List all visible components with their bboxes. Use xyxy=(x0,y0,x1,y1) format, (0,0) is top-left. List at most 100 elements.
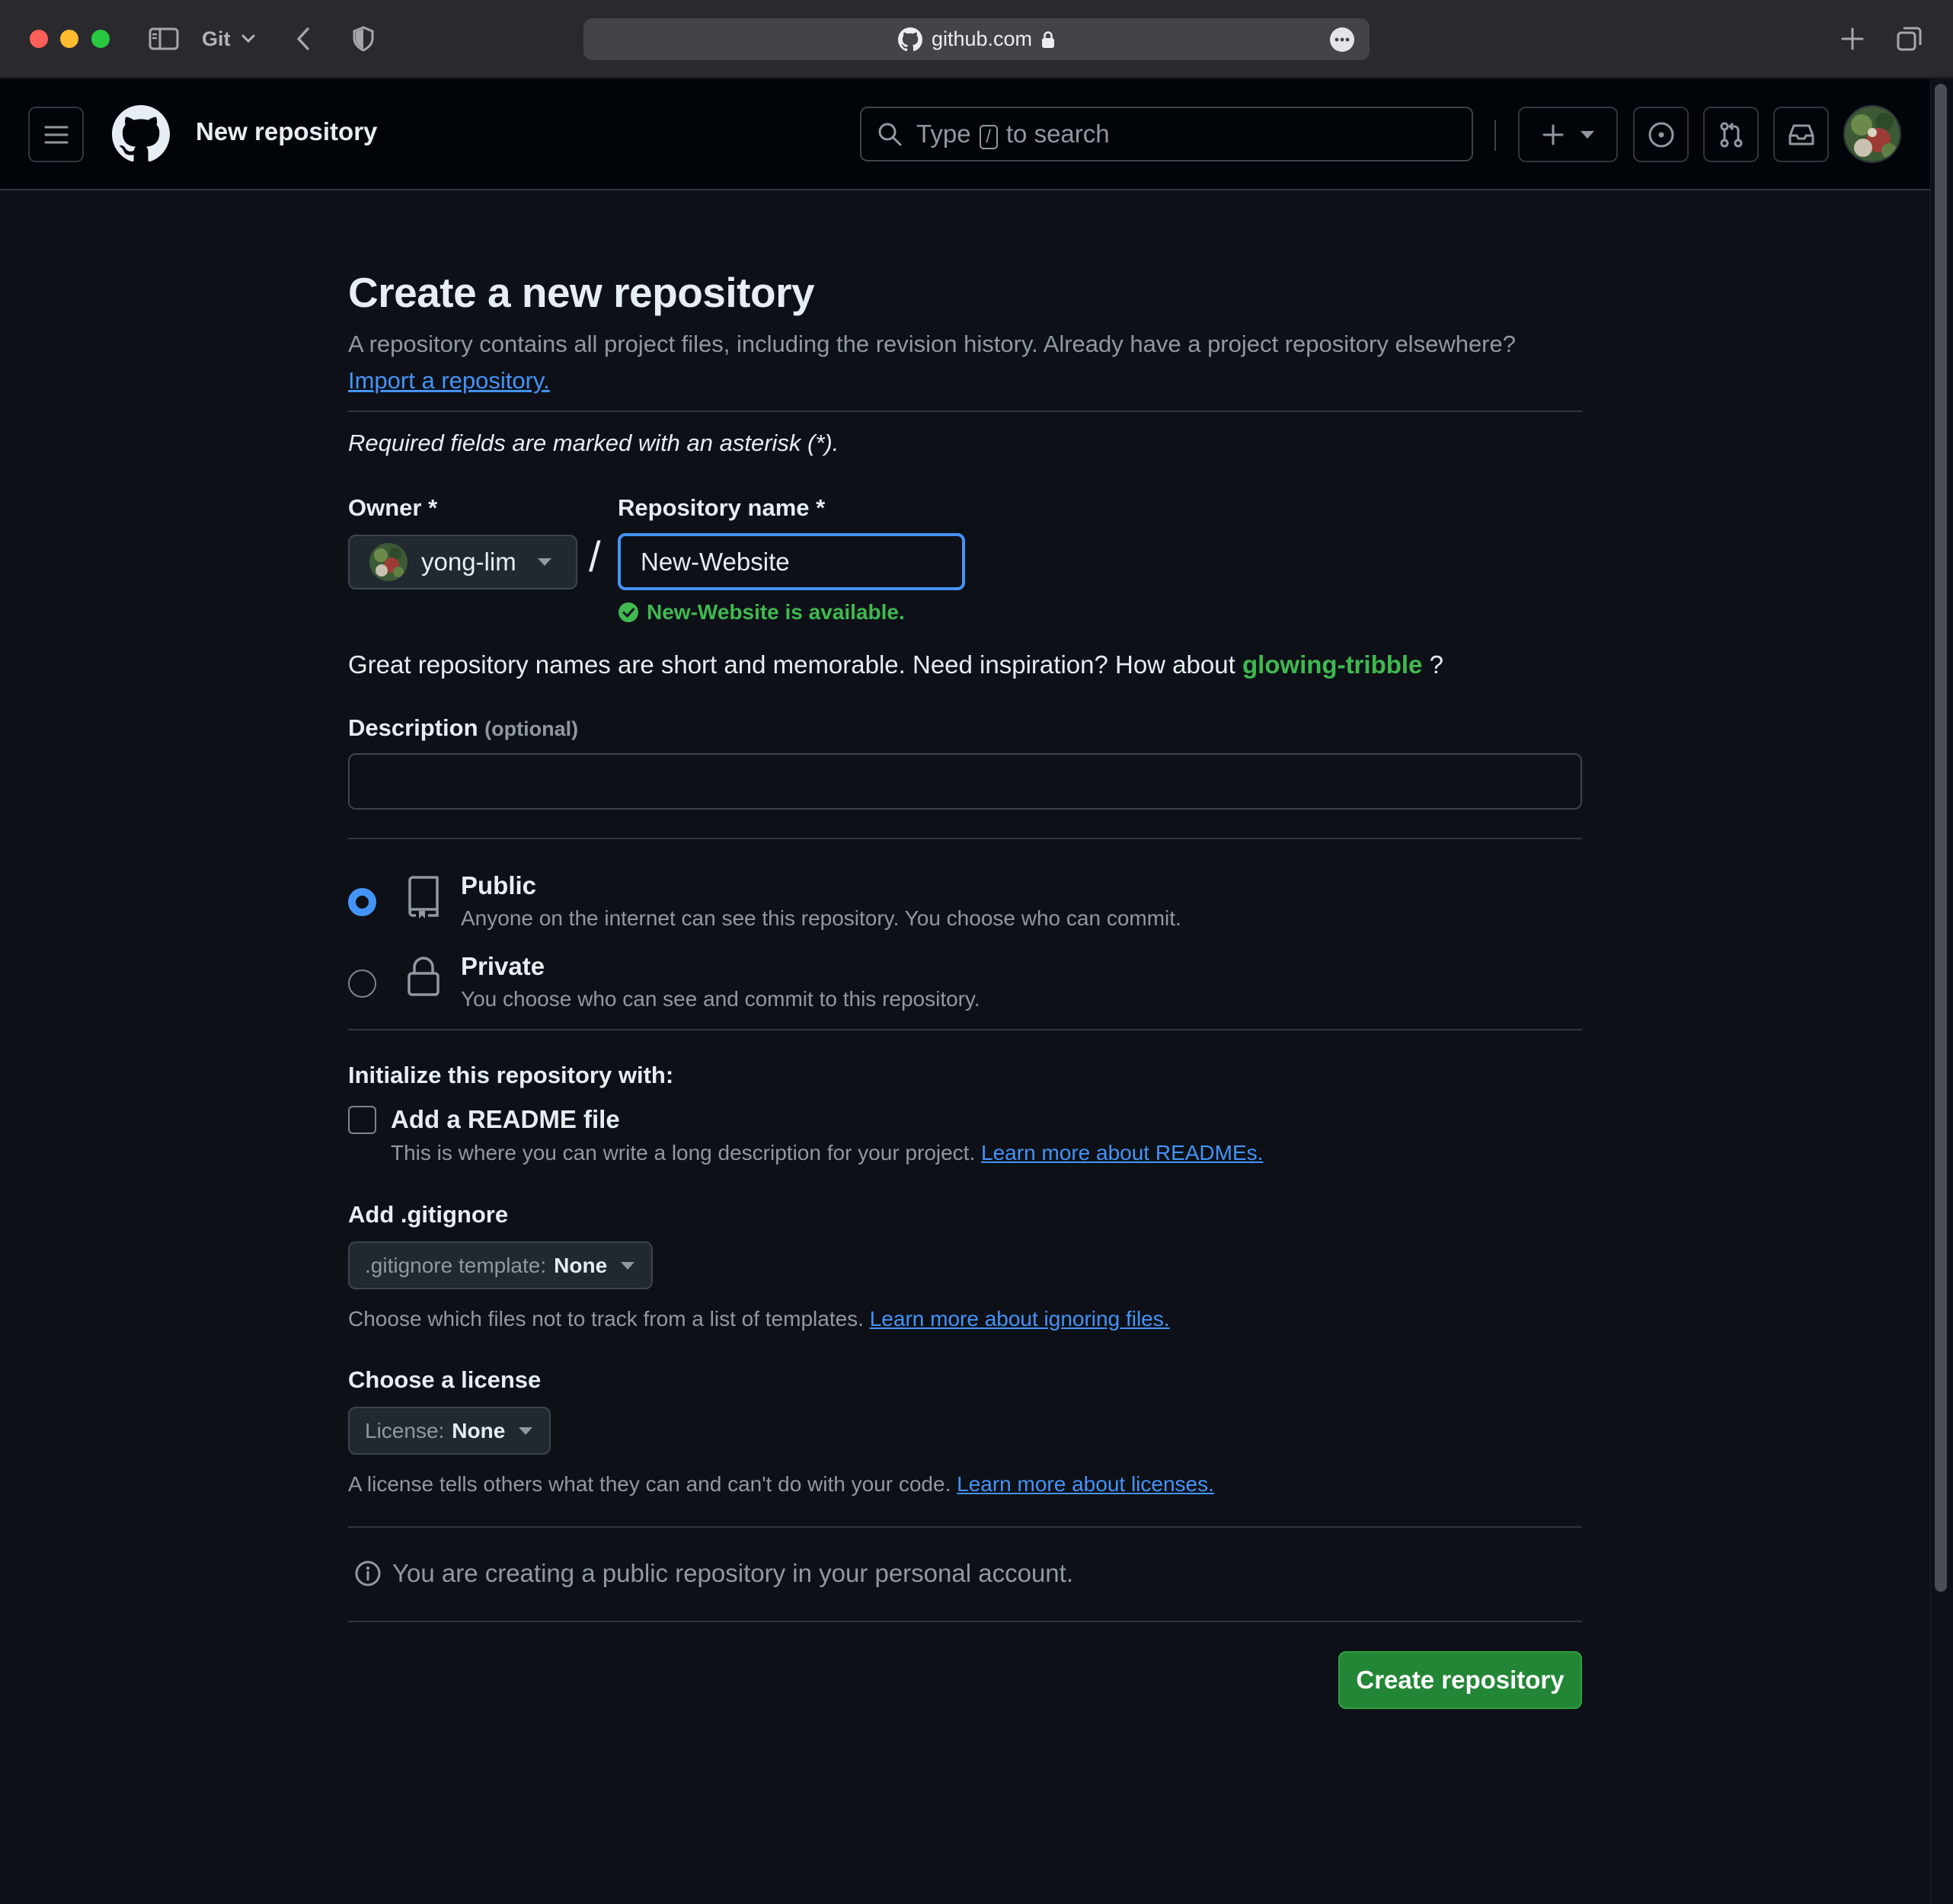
hamburger-button[interactable] xyxy=(28,107,84,162)
zoom-window-button[interactable] xyxy=(91,30,110,48)
inbox-button[interactable] xyxy=(1773,107,1829,162)
pull-requests-button[interactable] xyxy=(1703,107,1759,162)
description-label: Description (optional) xyxy=(348,714,578,742)
hamburger-icon xyxy=(44,126,68,143)
browser-toolbar: Git github.com xyxy=(0,0,1953,78)
owner-value: yong-lim xyxy=(421,548,516,576)
name-suggestion: Great repository names are short and mem… xyxy=(348,650,1443,679)
page-title: New repository xyxy=(196,117,378,145)
github-favicon-icon xyxy=(897,27,922,51)
new-tab-icon[interactable] xyxy=(1838,23,1867,55)
suggestion-suffix: ? xyxy=(1429,650,1443,679)
owner-avatar xyxy=(369,543,408,581)
caret-down-icon xyxy=(519,1426,533,1435)
divider xyxy=(348,838,1582,839)
caret-down-icon xyxy=(621,1261,635,1270)
lock-icon xyxy=(407,957,440,1000)
availability-text: New-Website is available. xyxy=(647,600,905,624)
form-intro: A repository contains all project files,… xyxy=(348,326,1536,399)
public-radio[interactable] xyxy=(348,888,376,916)
private-title: Private xyxy=(461,952,545,980)
readme-label: Add a README file xyxy=(391,1105,620,1133)
license-learn-more-link[interactable]: Learn more about licenses. xyxy=(957,1472,1214,1496)
github-header: New repository Type / to search xyxy=(0,79,1930,190)
chevron-down-icon xyxy=(241,34,254,43)
search-shortcut-key: / xyxy=(979,124,998,149)
inbox-icon xyxy=(1788,124,1814,145)
divider xyxy=(348,411,1582,412)
gitignore-help: Choose which files not to track from a l… xyxy=(348,1307,1170,1331)
license-help-text: A license tells others what they can and… xyxy=(348,1472,951,1496)
header-divider xyxy=(1494,120,1496,151)
address-bar[interactable]: github.com xyxy=(583,18,1370,60)
issues-icon xyxy=(1648,122,1673,147)
create-new-button[interactable] xyxy=(1518,107,1618,162)
readme-desc: This is where you can write a long descr… xyxy=(391,1141,976,1164)
private-radio[interactable] xyxy=(348,970,376,998)
pull-requests-icon xyxy=(1720,122,1742,147)
intro-text: A repository contains all project files,… xyxy=(348,331,1516,357)
license-select-label: License: xyxy=(365,1418,445,1442)
description-input[interactable] xyxy=(348,753,1582,810)
check-circle-icon xyxy=(619,602,638,622)
license-select-value: None xyxy=(452,1418,506,1442)
availability-message: New-Website is available. xyxy=(618,600,905,625)
gitignore-heading: Add .gitignore xyxy=(348,1201,509,1228)
gitignore-select-label: .gitignore template: xyxy=(365,1253,547,1277)
suggestion-prefix: Great repository names are short and mem… xyxy=(348,650,1235,679)
divider xyxy=(348,1621,1582,1622)
search-prefix: Type xyxy=(916,119,971,148)
visibility-notice: You are creating a public repository in … xyxy=(354,1559,1073,1588)
tab-group-label: Git xyxy=(202,27,231,50)
license-help: A license tells others what they can and… xyxy=(348,1472,1214,1497)
caret-down-icon xyxy=(537,558,551,566)
owner-label: Owner * xyxy=(348,494,438,521)
gitignore-learn-more-link[interactable]: Learn more about ignoring files. xyxy=(870,1307,1170,1331)
caret-down-icon xyxy=(1580,130,1594,139)
suggested-name-link[interactable]: glowing-tribble xyxy=(1242,650,1422,679)
owner-repo-separator: / xyxy=(589,532,601,580)
init-heading: Initialize this repository with: xyxy=(348,1062,674,1088)
search-input[interactable]: Type / to search xyxy=(860,107,1473,161)
search-suffix: to search xyxy=(1005,119,1110,148)
owner-select[interactable]: yong-lim xyxy=(348,535,577,589)
private-desc: You choose who can see and commit to thi… xyxy=(461,987,980,1011)
required-note: Required fields are marked with an aster… xyxy=(348,430,839,456)
readme-checkbox[interactable] xyxy=(348,1106,376,1134)
tab-overview-icon[interactable] xyxy=(1895,23,1924,55)
back-icon[interactable] xyxy=(292,23,315,55)
repo-name-input[interactable] xyxy=(618,533,965,590)
public-title: Public xyxy=(461,871,537,899)
create-repository-button[interactable]: Create repository xyxy=(1338,1651,1582,1709)
divider xyxy=(348,1029,1582,1030)
readme-learn-more-link[interactable]: Learn more about READMEs. xyxy=(981,1141,1263,1164)
license-heading: Choose a license xyxy=(348,1366,542,1393)
info-icon xyxy=(355,1561,381,1586)
description-optional: (optional) xyxy=(484,717,579,740)
search-icon xyxy=(878,123,902,146)
gitignore-help-text: Choose which files not to track from a l… xyxy=(348,1307,864,1331)
readme-help: This is where you can write a long descr… xyxy=(391,1141,1263,1165)
public-desc: Anyone on the internet can see this repo… xyxy=(461,906,1181,930)
description-label-text: Description xyxy=(348,714,478,741)
divider xyxy=(348,1526,1582,1528)
repo-name-label: Repository name * xyxy=(618,494,826,521)
user-avatar[interactable] xyxy=(1843,105,1901,163)
license-select[interactable]: License: None xyxy=(348,1407,551,1455)
gitignore-select-value: None xyxy=(554,1253,608,1277)
page-menu-icon[interactable] xyxy=(1330,27,1354,52)
github-logo[interactable] xyxy=(112,105,170,163)
sidebar-icon[interactable] xyxy=(147,23,181,55)
shield-icon[interactable] xyxy=(350,23,376,55)
tab-group-switcher[interactable]: Git xyxy=(202,23,255,55)
scrollbar-thumb[interactable] xyxy=(1935,84,1947,1592)
issues-button[interactable] xyxy=(1633,107,1689,162)
gitignore-select[interactable]: .gitignore template: None xyxy=(348,1241,654,1289)
form-title: Create a new repository xyxy=(348,269,815,316)
minimize-window-button[interactable] xyxy=(60,30,78,48)
url-text: github.com xyxy=(931,27,1033,50)
import-repository-link[interactable]: Import a repository. xyxy=(348,367,550,394)
plus-icon xyxy=(1542,124,1563,145)
lock-icon xyxy=(1042,30,1055,48)
close-window-button[interactable] xyxy=(30,30,48,48)
